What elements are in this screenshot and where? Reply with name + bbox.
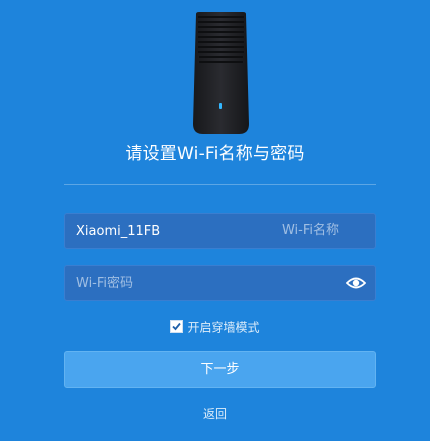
next-step-button[interactable]: 下一步 [64, 351, 376, 388]
wall-penetration-checkbox[interactable] [170, 320, 184, 333]
divider [64, 184, 376, 185]
wifi-setup-page: 请设置Wi-Fi名称与密码 Wi-Fi名称 开启穿墙模式 下一步 返回 [0, 0, 430, 441]
eye-icon[interactable] [346, 275, 366, 291]
back-link[interactable]: 返回 [203, 407, 227, 421]
router-device-icon [193, 12, 249, 134]
page-title: 请设置Wi-Fi名称与密码 [125, 144, 305, 164]
wifi-name-field[interactable]: Wi-Fi名称 [64, 213, 376, 249]
wifi-password-input[interactable] [76, 266, 276, 300]
wifi-password-field[interactable] [64, 265, 376, 301]
wall-penetration-label: 开启穿墙模式 [187, 320, 260, 335]
wifi-name-hint: Wi-Fi名称 [281, 223, 339, 238]
wifi-name-input[interactable] [76, 214, 276, 248]
back-link-container: 返回 [0, 405, 430, 423]
wall-penetration-mode-option[interactable]: 开启穿墙模式 [0, 318, 430, 336]
